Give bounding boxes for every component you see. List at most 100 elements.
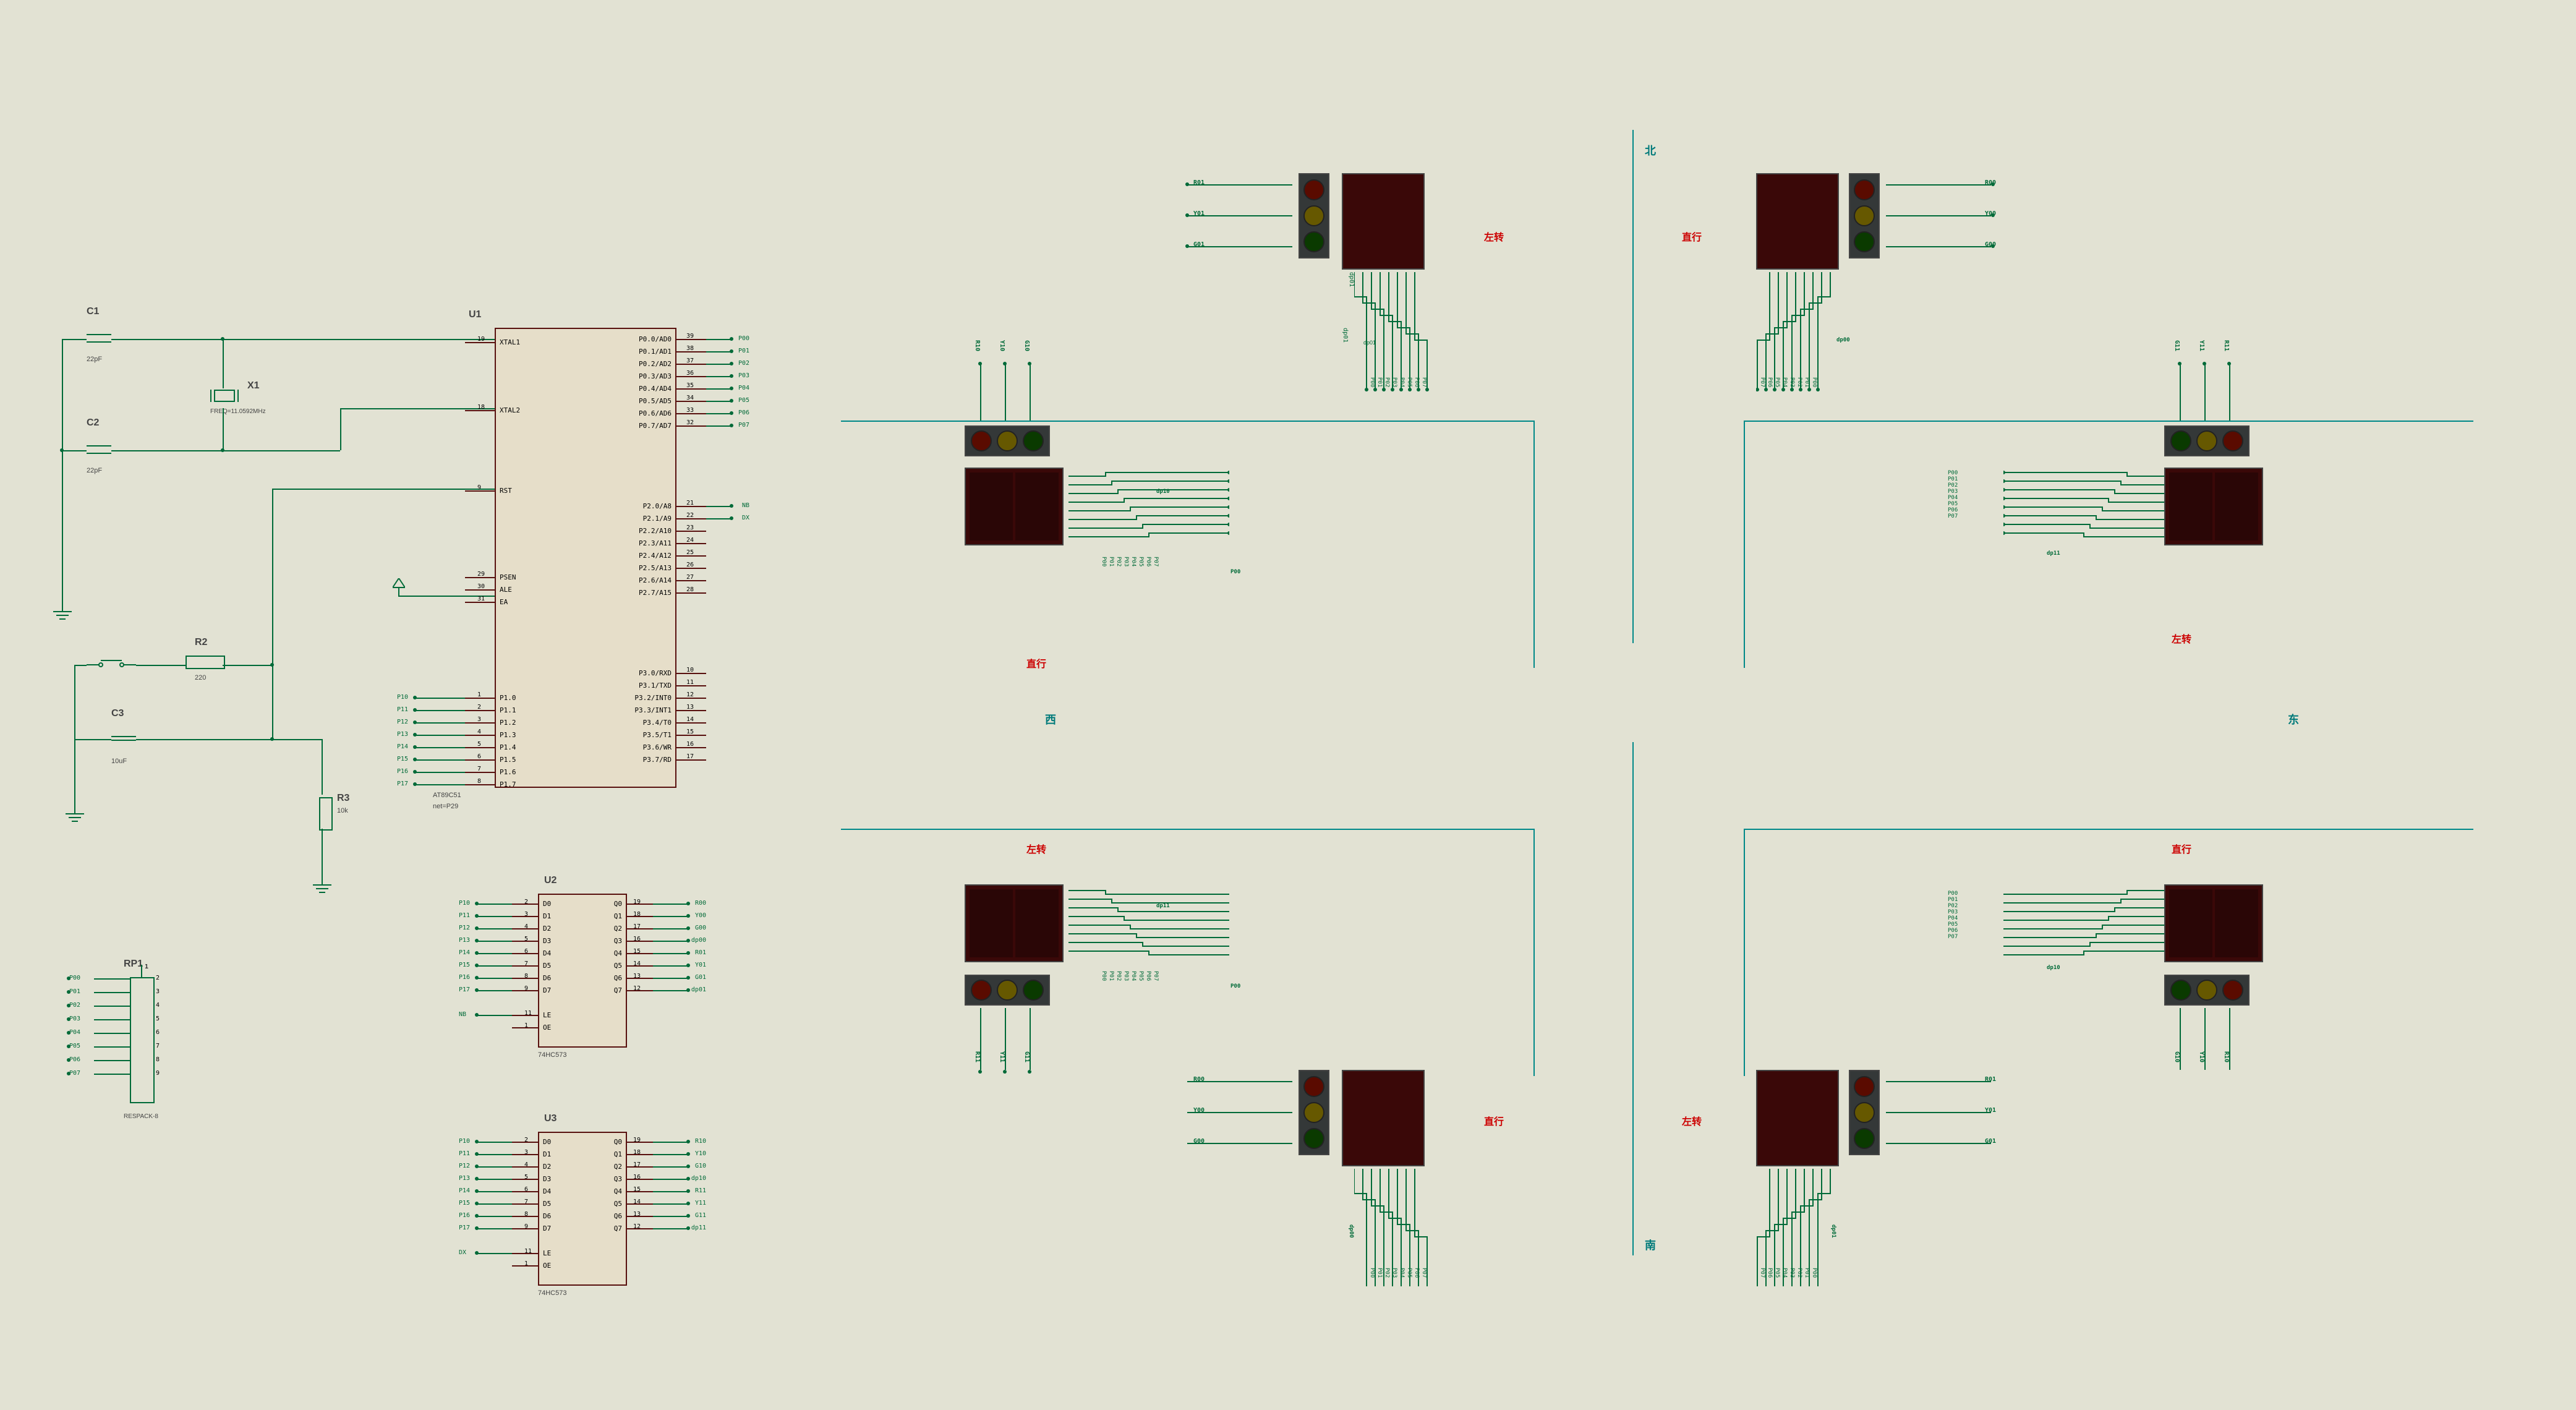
u2-ref: U2 [544, 875, 557, 886]
led-green [2170, 430, 2191, 451]
schematic-canvas[interactable]: 北 南 西 东 左转 R01 Y01 G01 dp01 dp01 [0, 0, 2576, 1410]
led-green [1854, 231, 1875, 252]
road-center-bot-v [1632, 742, 1634, 1255]
road-north-right-line [1744, 421, 2473, 422]
sw-label: 直行 [1484, 1113, 1504, 1128]
latch-u3[interactable]: D02P10D13P11D24P12D35P13D46P14D57P15D68P… [538, 1132, 627, 1286]
led-yellow [1303, 1102, 1324, 1123]
crystal-x1[interactable] [210, 390, 239, 402]
reset-button[interactable] [87, 656, 136, 677]
ne-zhixing-label: 直行 [1682, 229, 1702, 244]
x1-val: FREQ=11.0592MHz [210, 408, 266, 415]
r2-ref: R2 [195, 637, 207, 648]
west-bot-label: 左转 [1026, 841, 1046, 856]
latch-u2[interactable]: D02P10D13P11D24P12D35P13D46P14D57P15D68P… [538, 894, 627, 1048]
rp1-ref: RP1 [124, 959, 143, 970]
led-red [2222, 980, 2243, 1001]
east-bot-7seg[interactable] [2164, 884, 2263, 962]
east-label: 东 [2288, 711, 2299, 727]
west-top-seg-bus [1068, 470, 1229, 560]
r3-val: 10k [337, 807, 348, 814]
capacitor-c1[interactable] [87, 334, 111, 343]
led-yellow [997, 430, 1018, 451]
led-yellow [1854, 1102, 1875, 1123]
x1-ref: X1 [247, 380, 260, 391]
sw-traffic-light[interactable] [1299, 1070, 1329, 1155]
west-top-7seg[interactable] [965, 468, 1064, 545]
sw-7seg[interactable] [1342, 1070, 1425, 1166]
west-label: 西 [1045, 711, 1056, 727]
led-green [1303, 1128, 1324, 1149]
nw-zuozhuan-label: 左转 [1484, 229, 1504, 244]
northwest-7seg[interactable] [1342, 173, 1425, 270]
c1-ref: C1 [87, 306, 99, 317]
east-top-traffic-light[interactable] [2164, 425, 2250, 456]
led-yellow [1854, 205, 1875, 226]
led-green [1854, 1128, 1875, 1149]
road-north-left-line [841, 421, 1533, 422]
u2-val: 74HC573 [538, 1051, 566, 1059]
led-red [1854, 179, 1875, 200]
resistor-r3[interactable] [319, 797, 333, 831]
led-red [1303, 179, 1324, 200]
resistor-pack-rp1[interactable]: P002P013P024P035P046P057P068P079 [130, 977, 155, 1103]
u3-val: 74HC573 [538, 1289, 566, 1297]
capacitor-c3[interactable] [111, 736, 136, 745]
road-south-left-line [841, 829, 1533, 830]
east-top-seg-bus [2003, 470, 2164, 560]
west-top-traffic-light[interactable] [965, 425, 1050, 456]
northeast-traffic-light[interactable] [1849, 173, 1880, 258]
led-green [1303, 231, 1324, 252]
u1-val: AT89C51 [433, 792, 461, 799]
rp1-val: RESPACK-8 [124, 1113, 158, 1120]
road-se-corner-v [1744, 829, 1745, 1076]
north-label: 北 [1645, 142, 1656, 158]
se-7seg[interactable] [1756, 1070, 1839, 1166]
r3-ref: R3 [337, 793, 349, 804]
u1-net: net=P29 [433, 803, 458, 810]
led-red [1854, 1076, 1875, 1097]
east-top-7seg[interactable] [2164, 468, 2263, 545]
led-red [971, 430, 992, 451]
led-yellow [997, 980, 1018, 1001]
c3-ref: C3 [111, 708, 124, 719]
u3-ref: U3 [544, 1113, 557, 1124]
se-label: 左转 [1682, 1113, 1702, 1128]
road-center-top-v [1632, 130, 1634, 643]
c2-val: 22pF [87, 467, 102, 474]
led-yellow [2196, 980, 2217, 1001]
west-bot-7seg[interactable] [965, 884, 1064, 962]
led-yellow [2196, 430, 2217, 451]
c1-val: 22pF [87, 356, 102, 363]
road-sw-corner-v [1533, 829, 1535, 1076]
road-south-right-line [1744, 829, 2473, 830]
road-nw-corner-v [1533, 421, 1535, 668]
west-top-label: 直行 [1026, 656, 1046, 670]
east-top-label: 左转 [2172, 631, 2191, 646]
led-green [1023, 430, 1044, 451]
road-ne-corner-v [1744, 421, 1745, 668]
south-label: 南 [1645, 1237, 1656, 1253]
resistor-r2[interactable] [186, 656, 225, 669]
c2-ref: C2 [87, 417, 99, 429]
led-yellow [1303, 205, 1324, 226]
se-traffic-light[interactable] [1849, 1070, 1880, 1155]
northwest-traffic-light[interactable] [1299, 173, 1329, 258]
led-green [2170, 980, 2191, 1001]
east-bot-label: 直行 [2172, 841, 2191, 856]
led-red [1303, 1076, 1324, 1097]
c3-val: 10uF [111, 758, 127, 765]
gnd3 [313, 872, 331, 893]
r2-val: 220 [195, 674, 206, 682]
ground-symbol [53, 599, 72, 620]
led-red [2222, 430, 2243, 451]
u1-ref: U1 [469, 309, 481, 320]
led-green [1023, 980, 1044, 1001]
mcu-u1[interactable]: XTAL119XTAL218RST9PSEN29ALE30EA31P1.01P1… [495, 328, 676, 788]
east-bot-seg-bus [2003, 884, 2164, 974]
west-bot-traffic-light[interactable] [965, 975, 1050, 1006]
capacitor-c2[interactable] [87, 445, 111, 454]
northeast-7seg[interactable] [1756, 173, 1839, 270]
east-bot-traffic-light[interactable] [2164, 975, 2250, 1006]
west-bot-seg-bus [1068, 884, 1229, 974]
